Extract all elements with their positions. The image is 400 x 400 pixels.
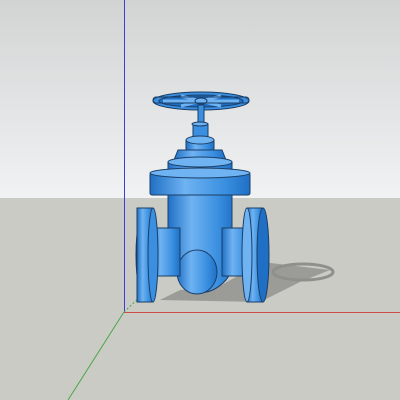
model-viewport[interactable] — [0, 0, 400, 400]
right-flange — [241, 207, 270, 303]
left-flange — [135, 207, 159, 303]
valve-scene[interactable] — [0, 0, 400, 400]
